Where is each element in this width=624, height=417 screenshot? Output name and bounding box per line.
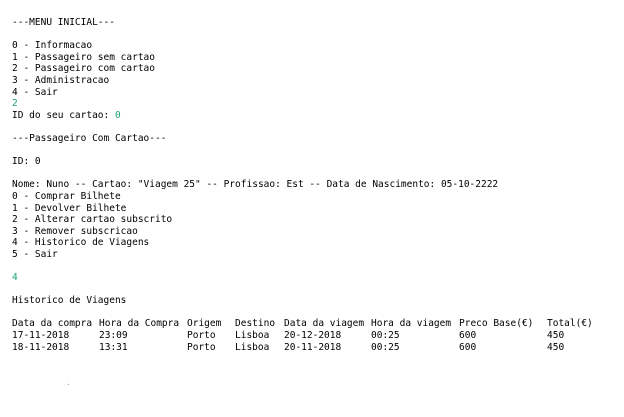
table-cell: 13:31 [99, 341, 128, 353]
passageiro-details-line: Nome: Nuno -- Cartao: "Viagem 25" -- Pro… [12, 179, 499, 191]
table-cell: Porto [187, 341, 216, 353]
table-cell: 00:25 [371, 330, 400, 342]
menu-option-administracao: 3 - Administracao [12, 74, 110, 86]
column-header: Hora da Compra [99, 318, 180, 330]
console-output: ---MENU INICIAL--- 0 - Informacao 1 - Pa… [12, 17, 612, 353]
historico-title: Historico de Viagens [12, 295, 127, 307]
historico-table: Data da compra Hora da Compra Origem Des… [12, 318, 612, 353]
passageiro-option-remover: 3 - Remover subscricao [12, 225, 138, 237]
column-header: Data da viagem [284, 318, 365, 330]
table-cell: 18-11-2018 [12, 341, 70, 353]
menu-option-passageiro-sem-cartao: 1 - Passageiro sem cartao [12, 51, 155, 63]
table-cell: 00:25 [371, 341, 400, 353]
menu-option-sair: 4 - Sair [12, 86, 58, 98]
card-id-prompt: ID do seu cartao: 0 [12, 110, 612, 122]
table-cell: 600 [459, 330, 477, 342]
passageiro-option-alterar: 2 - Alterar cartao subscrito [12, 214, 173, 226]
passageiro-option-devolver: 1 - Devolver Bilhete [12, 202, 127, 214]
passageiro-header: ---Passageiro Com Cartao--- [12, 132, 167, 144]
passageiro-id-line: ID: 0 [12, 156, 41, 168]
table-cell: 20-11-2018 [284, 341, 342, 353]
table-cell: 23:09 [99, 330, 128, 342]
table-cell: Lisboa [235, 341, 270, 353]
column-header: Total(€) [547, 318, 593, 330]
column-header: Hora da viagem [371, 318, 452, 330]
menu-option-informacao: 0 - Informacao [12, 40, 93, 52]
passageiro-user-input[interactable]: 4 [12, 272, 612, 284]
table-cell: 450 [547, 341, 565, 353]
table-cell: 450 [547, 330, 565, 342]
table-cell: 20-12-2018 [284, 330, 342, 342]
passageiro-option-comprar: 0 - Comprar Bilhete [12, 190, 121, 202]
column-header: Origem [187, 318, 222, 330]
card-id-label: ID do seu cartao: [12, 109, 115, 121]
table-cell: 17-11-2018 [12, 330, 70, 342]
menu-option-passageiro-com-cartao: 2 - Passageiro com cartao [12, 63, 155, 75]
stray-dot: . [66, 378, 71, 387]
passageiro-option-sair: 5 - Sair [12, 248, 58, 260]
card-id-input[interactable]: 0 [115, 110, 121, 121]
column-header: Destino [235, 318, 276, 330]
menu-inicial-header: ---MENU INICIAL--- [12, 17, 115, 28]
table-cell: Porto [187, 330, 216, 342]
passageiro-option-historico: 4 - Historico de Viagens [12, 237, 150, 249]
menu-user-input[interactable]: 2 [12, 98, 612, 110]
column-header: Preco Base(€) [459, 318, 534, 330]
column-header: Data da compra [12, 318, 93, 330]
table-cell: 600 [459, 341, 477, 353]
table-cell: Lisboa [235, 330, 270, 342]
